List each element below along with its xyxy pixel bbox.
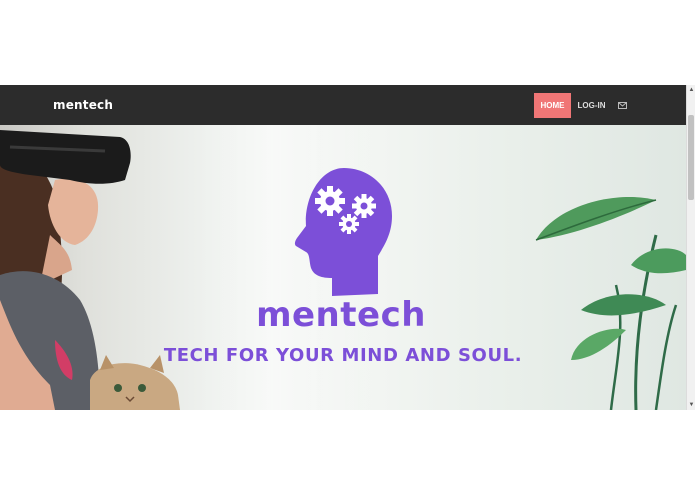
hero-tagline: TECH FOR YOUR MIND AND SOUL.	[163, 345, 523, 366]
scroll-up-arrow-icon[interactable]: ▲	[688, 86, 695, 94]
scroll-down-arrow-icon[interactable]: ▼	[688, 401, 695, 409]
vertical-scrollbar[interactable]: ▲ ▼	[686, 85, 695, 410]
hero-banner: mentech TECH FOR YOUR MIND AND SOUL.	[0, 125, 686, 410]
hero-photo-plant	[535, 196, 686, 410]
envelope-icon[interactable]	[616, 98, 628, 112]
hero-photo-person	[0, 130, 180, 410]
hero-title: mentech	[0, 295, 686, 335]
brand-logo-text[interactable]: mentech	[53, 98, 113, 112]
nav-item-home[interactable]: HOME	[534, 93, 571, 118]
browser-viewport: mentech HOME LOG-IN mentech TECH FOR YOU…	[0, 85, 695, 410]
scroll-thumb[interactable]	[688, 115, 694, 200]
head-with-gears-icon	[294, 168, 392, 296]
nav-item-login[interactable]: LOG-IN	[575, 93, 608, 118]
top-navbar: mentech HOME LOG-IN	[0, 85, 686, 125]
hero-title-text: mentech	[256, 295, 426, 335]
